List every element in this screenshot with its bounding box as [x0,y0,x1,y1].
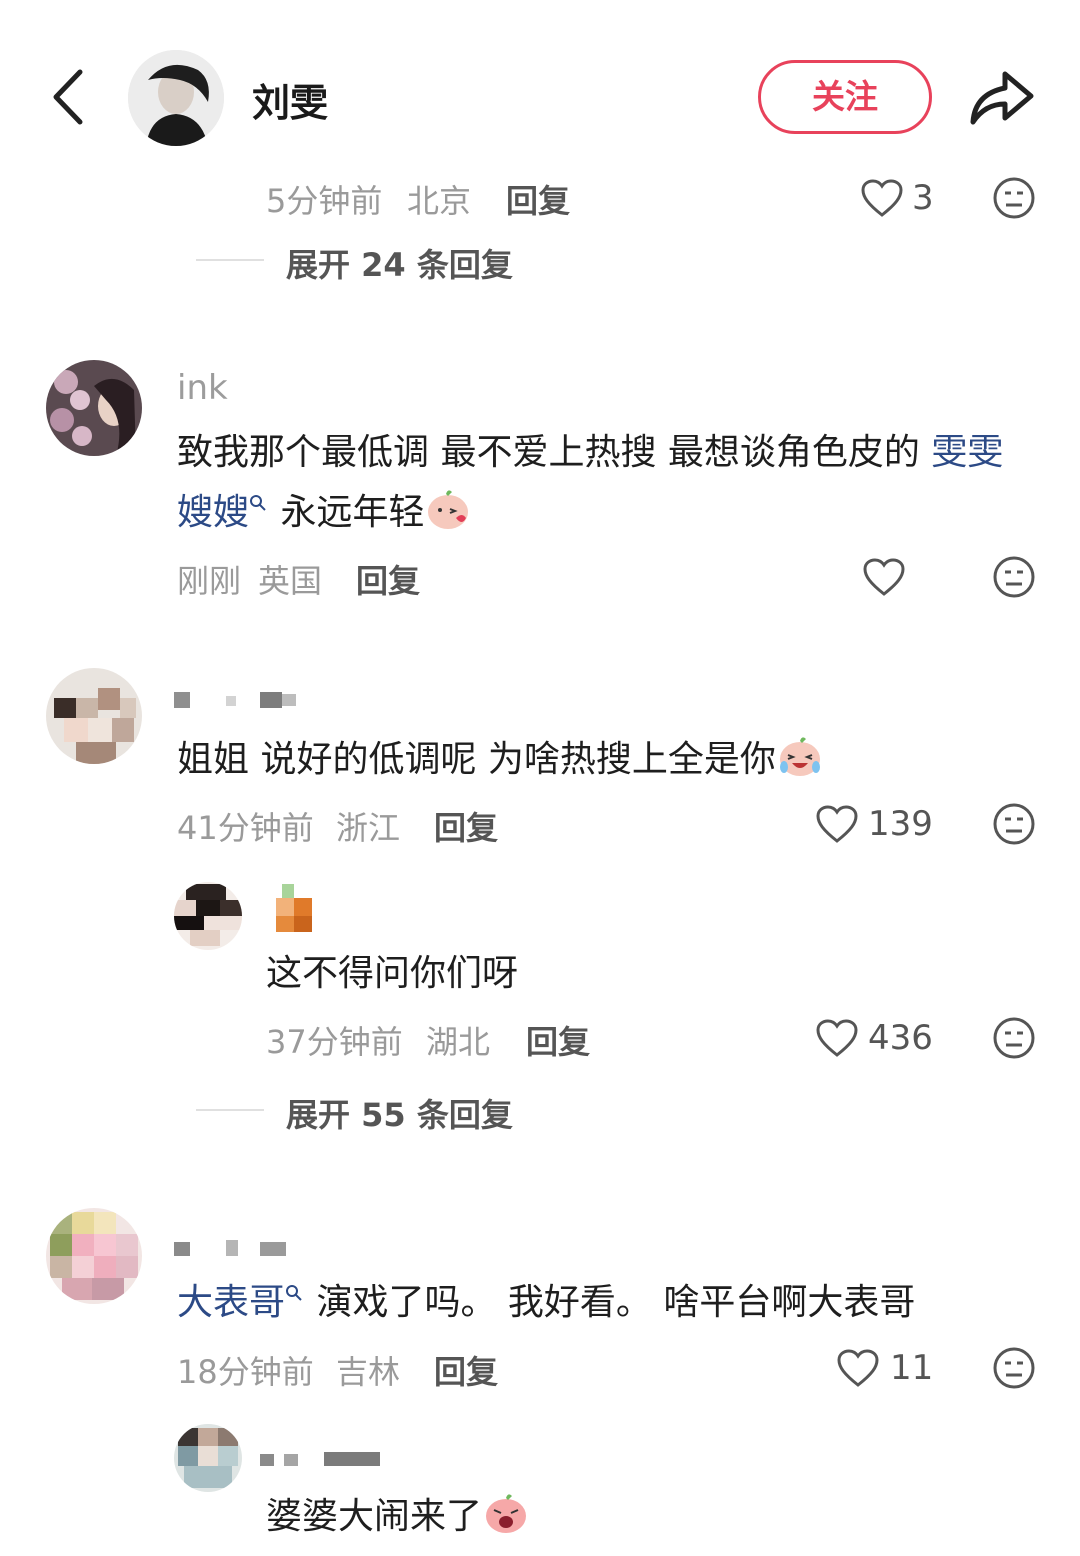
heart-icon[interactable] [860,178,904,218]
heart-icon[interactable] [815,804,859,844]
comment-time: 5分钟前 [266,182,383,220]
mention-link[interactable]: 大表哥 [177,1282,285,1323]
neutral-face-icon[interactable] [992,555,1036,599]
crying-laugh-emoji-icon [776,731,824,779]
comment-text-part: 永远年轻 [269,492,425,533]
expand-replies[interactable]: 展开 55 条回复 [286,1090,513,1136]
like-count: 11 [890,1348,934,1388]
comment-text: 致我那个最低调 最不爱上热搜 最想谈角色皮的 雯雯嫂嫂 永远年轻 [177,423,1037,543]
reply-time: 37分钟前 [266,1023,403,1061]
angry-emoji-icon [482,1488,530,1536]
reply-button[interactable]: 回复 [506,176,570,222]
comment-text-part: 姐姐 说好的低调呢 为啥热搜上全是你 [177,739,776,780]
comment-time: 18分钟前 [177,1353,314,1391]
redacted-username [174,1240,304,1258]
neutral-face-icon[interactable] [992,802,1036,846]
avatar[interactable] [174,882,242,950]
like-count: 139 [868,804,933,844]
expand-replies[interactable]: 展开 24 条回复 [286,240,513,286]
neutral-face-icon[interactable] [992,1346,1036,1390]
avatar[interactable] [174,1424,242,1492]
kiss-emoji-icon [424,484,472,532]
expand-divider [196,1109,264,1111]
search-icon[interactable] [249,494,269,512]
reply-button[interactable]: 回复 [356,556,420,602]
reply-text: 这不得问你们呀 [266,953,519,994]
follow-button[interactable]: 关注 [758,60,932,134]
comment-location: 吉林 [336,1353,401,1391]
comment-text-part: 致我那个最低调 最不爱上热搜 最想谈角色皮的 [177,432,932,473]
comment-time: 41分钟前 [177,809,314,847]
neutral-face-icon[interactable] [992,1016,1036,1060]
like-count: 436 [868,1018,933,1058]
redacted-username [260,1452,390,1468]
comment-location: 北京 [407,182,472,220]
neutral-face-icon[interactable] [992,176,1036,220]
redacted-username [174,692,304,710]
comment-location: 英国 [258,562,323,600]
avatar[interactable] [46,1208,142,1304]
reply-text-part: 婆婆大闹来了 [266,1496,483,1537]
header-avatar[interactable] [128,50,224,146]
reply-button[interactable]: 回复 [434,803,498,849]
chevron-left-icon[interactable] [40,62,100,132]
comment-location: 浙江 [336,809,401,847]
like-count: 3 [912,178,934,218]
avatar[interactable] [46,668,142,764]
comment-text: 大表哥 演戏了吗。 我好看。 啥平台啊大表哥 [177,1273,1037,1333]
share-arrow-icon[interactable] [965,64,1037,130]
comment-username[interactable]: ink [177,368,228,408]
header-username[interactable]: 刘雯 [252,72,328,127]
reply-button[interactable]: 回复 [434,1347,498,1393]
redacted-username [276,884,316,934]
comment-time: 刚刚 [177,562,242,600]
reply-text: 婆婆大闹来了 [266,1487,530,1547]
expand-divider [196,259,264,261]
avatar[interactable] [46,360,142,456]
search-icon[interactable] [285,1284,305,1302]
comment-text: 姐姐 说好的低调呢 为啥热搜上全是你 [177,730,1037,790]
heart-icon[interactable] [815,1018,859,1058]
heart-icon[interactable] [836,1348,880,1388]
reply-button[interactable]: 回复 [526,1017,590,1063]
heart-icon[interactable] [862,557,906,597]
comment-text-part: 演戏了吗。 我好看。 啥平台啊大表哥 [305,1282,916,1323]
reply-location: 湖北 [426,1023,491,1061]
